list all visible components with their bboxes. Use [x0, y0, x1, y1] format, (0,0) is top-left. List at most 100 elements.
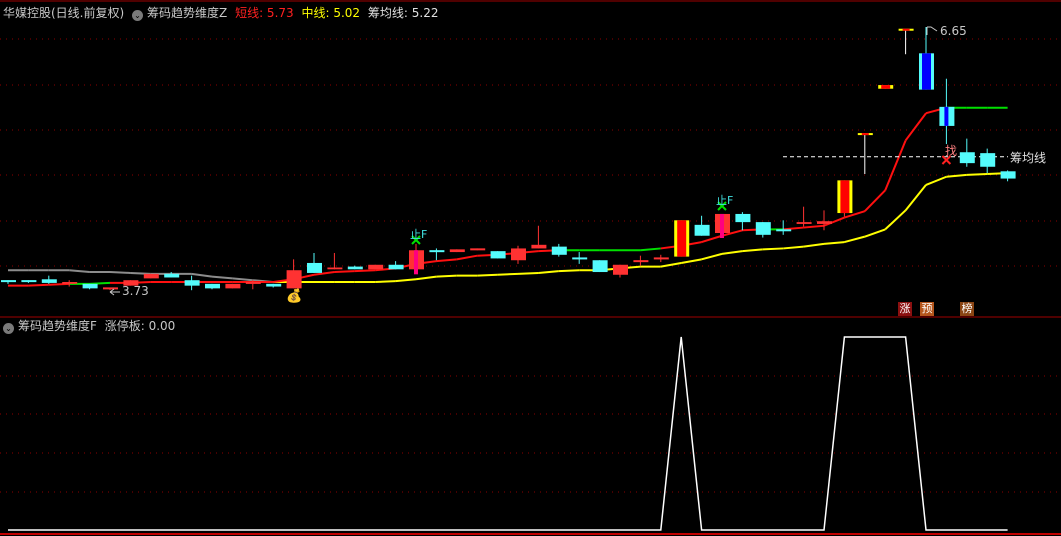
mid-line-segment [966, 173, 988, 176]
short-line-segment [904, 112, 927, 142]
mid-line-segment [803, 242, 825, 248]
candle-body [694, 224, 710, 236]
mid-line-segment [538, 270, 559, 274]
candle-body [817, 221, 832, 224]
main-header: 华媒控股(日线.前复权) ⌄ 筹码趋势维度Z 短线: 5.73 中线: 5.02 … [3, 5, 442, 21]
candle-body [959, 152, 975, 164]
sub-indicator-name[interactable]: 筹码趋势维度F [18, 319, 97, 333]
mid-line-segment [477, 273, 498, 277]
short-line-segment [28, 283, 49, 287]
candle-body [613, 264, 628, 275]
candle-body [796, 222, 812, 224]
candle-body [286, 270, 302, 289]
short-line-segment [89, 281, 111, 285]
short-line-segment [456, 254, 478, 261]
candle-center-stripe [720, 213, 724, 239]
candle-center-stripe [944, 106, 949, 126]
candle-body [551, 246, 567, 255]
mid-line-segment [191, 272, 213, 278]
mid-line-segment [375, 280, 396, 284]
mid-line-segment [395, 278, 417, 283]
candle-body-inner [840, 180, 850, 214]
candle-body [511, 248, 526, 261]
candle-body [490, 251, 506, 259]
indicator-menu-icon[interactable]: ⌄ [132, 10, 144, 21]
mid-line-segment [681, 258, 702, 264]
mid-line-segment [884, 209, 907, 231]
low-arrow-icon [109, 288, 120, 296]
candle-body [449, 249, 465, 253]
avg-line-value: 筹均线: 5.22 [367, 6, 439, 20]
mid-line-segment [783, 245, 804, 250]
limit-up-value: 涨停板: 0.00 [104, 319, 176, 333]
candle-body [164, 273, 180, 278]
candle-body [735, 213, 751, 223]
mid-line-segment [701, 252, 723, 261]
mid-line-segment [497, 272, 519, 276]
candle-body-inner [677, 220, 687, 257]
candle-body [388, 264, 404, 270]
mid-line-segment [130, 271, 151, 275]
sub-header: ⌄ 筹码趋势维度F 涨停板: 0.00 [3, 318, 179, 334]
short-line-segment [436, 258, 457, 263]
candle-body [347, 266, 363, 270]
candle-body [307, 262, 322, 273]
mid-line-segment [558, 269, 580, 273]
candle-body [225, 283, 241, 289]
mid-line-segment [946, 173, 967, 178]
candle-body [184, 280, 200, 286]
short-line-segment [884, 140, 907, 191]
candle-body [755, 222, 771, 235]
tag-limit: 涨 [898, 302, 912, 316]
tag-forecast: 预 [920, 302, 934, 316]
short-line-segment [354, 269, 376, 273]
sub-indicator-menu-icon[interactable]: ⌄ [3, 323, 14, 334]
short-line-segment [640, 247, 661, 252]
candle-body [592, 260, 608, 273]
short-line-segment [803, 224, 825, 229]
mid-line-segment [436, 274, 457, 278]
money-bag-icon: 💰 [286, 289, 303, 304]
short-line-segment [334, 270, 355, 274]
mid-line-value: 中线: 5.02 [301, 6, 361, 20]
limit-up-line [8, 336, 1008, 531]
mid-line-segment [232, 277, 253, 282]
mid-line-segment [864, 228, 886, 238]
mid-line-segment [904, 184, 927, 211]
high-arrow-icon [926, 26, 938, 35]
mid-line-segment [109, 271, 131, 274]
mid-line-segment [925, 175, 947, 186]
mid-line-segment [844, 235, 866, 244]
short-line-segment [864, 189, 886, 212]
mid-line-segment [721, 250, 743, 255]
candle-body [205, 283, 220, 289]
stock-title: 华媒控股(日线.前复权) [3, 6, 125, 20]
candle-body [143, 273, 159, 279]
short-line-segment [701, 234, 723, 244]
candle-body [1000, 171, 1016, 179]
candle-body [531, 244, 547, 249]
chart-canvas[interactable] [0, 0, 1061, 536]
buy-label: 找 [945, 144, 958, 158]
candle-body [266, 283, 282, 287]
high-price-label: 6.65 [940, 24, 967, 38]
mid-line-segment [69, 269, 90, 274]
candle-body-inner [881, 85, 891, 89]
signal-label: 止F [410, 228, 428, 241]
candle-body [980, 153, 996, 167]
mid-line-segment [762, 247, 784, 251]
low-price-label: 3.73 [122, 284, 149, 298]
mid-line-segment [742, 248, 763, 253]
short-line-segment [783, 226, 804, 231]
signal-label-2: 止F [716, 194, 734, 207]
candle-body [62, 282, 78, 284]
mid-line-segment [415, 275, 437, 281]
short-line-segment [48, 282, 70, 286]
indicator-name[interactable]: 筹码趋势维度Z [147, 6, 227, 20]
candle-body-inner [922, 53, 931, 90]
candle-body [368, 264, 384, 270]
candle-center-stripe [414, 250, 418, 275]
mid-line-segment [517, 271, 539, 275]
candle-body [327, 267, 343, 270]
candle-body [41, 279, 57, 283]
